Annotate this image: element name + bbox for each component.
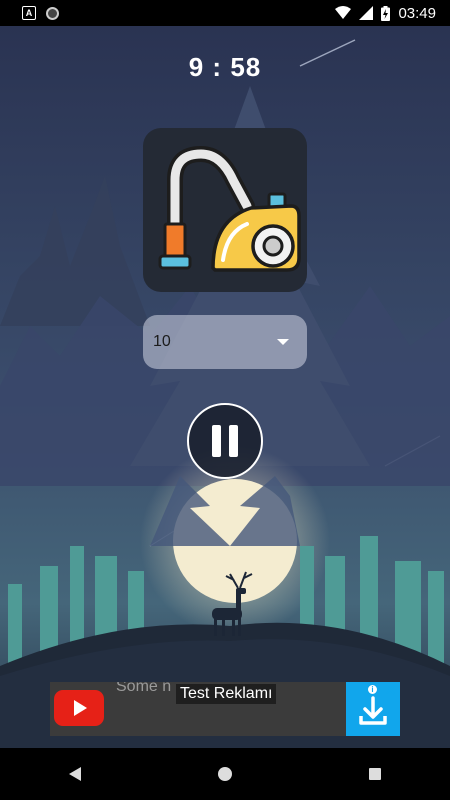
pause-icon-bar [229, 425, 238, 457]
ad-banner[interactable]: Some n Test Reklamı i ✕ [50, 682, 400, 736]
record-circle-icon [46, 6, 59, 20]
pause-button[interactable] [187, 403, 263, 479]
pause-icon [212, 425, 221, 457]
back-icon[interactable] [68, 767, 81, 781]
status-time: 03:49 [398, 4, 436, 22]
ad-ghost-text: Some n [116, 682, 172, 695]
countdown-timer: 9 : 58 [188, 52, 262, 82]
navigation-bar [0, 748, 450, 800]
test-ad-label: Test Reklamı [176, 684, 277, 704]
signal-icon [359, 6, 374, 20]
recent-apps-icon[interactable] [369, 768, 382, 780]
home-icon[interactable] [217, 767, 232, 781]
battery-charging-icon [381, 5, 391, 21]
duration-dropdown[interactable]: 10 [143, 315, 307, 369]
chevron-down-icon [277, 339, 289, 345]
notification-a-icon: A [22, 6, 36, 20]
ad-close-icon[interactable]: ✕ [384, 682, 396, 699]
dropdown-selected-value: 10 [153, 333, 171, 350]
ad-info-icon[interactable]: i [367, 684, 378, 695]
wifi-icon [335, 6, 352, 19]
vacuum-cleaner-icon [158, 145, 301, 272]
sound-icon-tile[interactable] [143, 128, 307, 292]
status-bar: A 03:49 [0, 0, 450, 26]
youtube-icon[interactable] [54, 690, 104, 726]
